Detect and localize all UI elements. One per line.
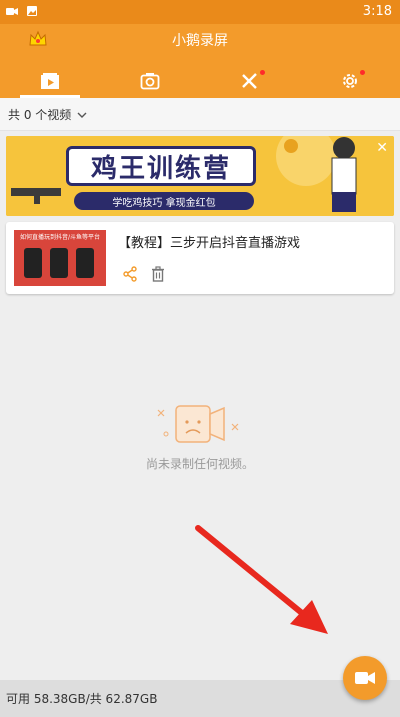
empty-message: 尚未录制任何视频。 <box>145 457 254 471</box>
tutorial-title: 【教程】三步开启抖音直播游戏 <box>118 236 301 251</box>
chevron-down-icon <box>77 112 87 118</box>
banner-subline: 学吃鸡技巧 拿现金红包 <box>74 192 254 210</box>
storage-info: 可用 58.38GB/共 62.87GB <box>6 692 158 706</box>
camera-icon <box>140 73 160 90</box>
share-icon[interactable] <box>122 266 138 282</box>
notification-dot <box>260 70 265 75</box>
phone-graphic <box>24 248 42 278</box>
record-button[interactable] <box>343 656 387 700</box>
tab-tools[interactable] <box>200 64 300 98</box>
thumbnail-caption: 如何直播玩到抖音/斗鱼等平台 <box>19 234 101 241</box>
status-bar: 3:18 <box>0 0 400 24</box>
banner-headline: 鸡王训练营 <box>90 153 231 184</box>
tab-videos[interactable] <box>0 64 100 98</box>
status-time: 3:18 <box>362 4 392 19</box>
tab-screenshot[interactable] <box>100 64 200 98</box>
image-icon <box>27 6 37 16</box>
tutorial-thumbnail[interactable]: 如何直播玩到抖音/斗鱼等平台 <box>14 230 106 286</box>
tools-icon <box>242 73 257 89</box>
camera-icon <box>6 8 18 15</box>
video-count-label: 共 0 个视频 <box>8 108 72 122</box>
video-folder-icon <box>41 73 59 89</box>
app-bar: 小鹅录屏 <box>0 24 400 98</box>
gear-icon <box>343 74 357 88</box>
phone-graphic <box>76 248 94 278</box>
banner-headline-box: 鸡王训练营 <box>66 146 256 186</box>
filter-bar: 共 0 个视频 <box>0 98 400 131</box>
tutorial-card[interactable]: 如何直播玩到抖音/斗鱼等平台 【教程】三步开启抖音直播游戏 <box>6 222 394 294</box>
tab-settings[interactable] <box>300 64 400 98</box>
app-title: 小鹅录屏 <box>172 33 228 49</box>
pointer-arrow <box>195 525 328 634</box>
video-count-dropdown[interactable]: 共 0 个视频 <box>8 106 87 123</box>
video-camera-icon <box>355 672 375 684</box>
trash-icon[interactable] <box>150 266 166 282</box>
tab-bar <box>0 64 400 98</box>
phone-graphic <box>50 248 68 278</box>
close-icon[interactable]: ✕ <box>376 140 388 156</box>
empty-camera-icon <box>157 405 239 443</box>
promo-banner[interactable]: 鸡王训练营 学吃鸡技巧 拿现金红包 ✕ <box>6 136 394 216</box>
notification-dot <box>360 70 365 75</box>
storage-footer: 可用 58.38GB/共 62.87GB <box>0 680 400 717</box>
